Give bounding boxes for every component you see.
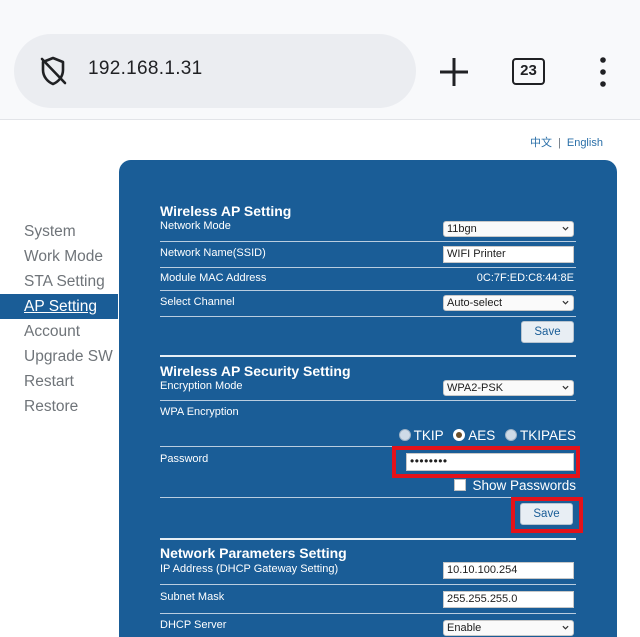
mac-label: Module MAC Address bbox=[160, 272, 267, 284]
url-text[interactable]: 192.168.1.31 bbox=[88, 58, 203, 80]
radio-tkipaes-circle[interactable] bbox=[504, 429, 517, 441]
wpa-cipher-options: TKIP AES TKIPAES bbox=[393, 428, 576, 443]
lang-english-link[interactable]: English bbox=[567, 137, 603, 149]
password-label: Password bbox=[160, 453, 209, 465]
divider bbox=[160, 613, 576, 614]
sidebar-item-restore[interactable]: Restore bbox=[0, 394, 118, 419]
ip-input[interactable]: 10.10.100.254 bbox=[443, 562, 574, 579]
show-passwords-checkbox[interactable] bbox=[454, 479, 467, 491]
ap-setting-title: Wireless AP Setting bbox=[160, 203, 292, 219]
sidebar-item-ap-setting[interactable]: AP Setting bbox=[0, 294, 118, 319]
radio-tkip-circle[interactable] bbox=[398, 429, 411, 441]
chevron-down-icon bbox=[562, 625, 569, 630]
save-highlight-box bbox=[511, 497, 583, 533]
mac-value: 0C:7F:ED:C8:44:8E bbox=[476, 272, 574, 284]
lang-separator: | bbox=[558, 137, 561, 149]
divider bbox=[160, 290, 576, 291]
sidebar-item-system[interactable]: System bbox=[0, 219, 118, 244]
dhcp-select[interactable]: Enable bbox=[443, 620, 574, 636]
more-menu-icon[interactable] bbox=[594, 54, 612, 90]
chevron-down-icon bbox=[562, 300, 569, 305]
radio-tkipaes[interactable]: TKIPAES bbox=[504, 428, 576, 443]
network-mode-label: Network Mode bbox=[160, 220, 231, 232]
radio-aes-label: AES bbox=[468, 428, 496, 443]
lang-chinese-link[interactable]: 中文 bbox=[530, 137, 552, 149]
divider bbox=[160, 584, 576, 585]
ssid-input[interactable]: WIFI Printer bbox=[443, 246, 574, 263]
radio-tkip[interactable]: TKIP bbox=[398, 428, 444, 443]
show-passwords-label: Show Passwords bbox=[472, 478, 576, 493]
ap-save-button[interactable]: Save bbox=[521, 321, 574, 343]
browser-toolbar: 192.168.1.31 23 bbox=[0, 0, 640, 120]
sidebar-item-sta-setting[interactable]: STA Setting bbox=[0, 269, 118, 294]
network-mode-value: 11bgn bbox=[447, 223, 477, 235]
network-title: Network Parameters Setting bbox=[160, 545, 347, 561]
radio-aes-circle[interactable] bbox=[453, 429, 466, 441]
ip-label: IP Address (DHCP Gateway Setting) bbox=[160, 563, 339, 575]
sidebar-item-account[interactable]: Account bbox=[0, 319, 118, 344]
dhcp-label: DHCP Server bbox=[160, 619, 227, 631]
sidebar-nav: System Work Mode STA Setting AP Setting … bbox=[0, 219, 118, 419]
encryption-mode-select[interactable]: WPA2-PSK bbox=[443, 380, 574, 396]
section-divider bbox=[160, 355, 576, 357]
radio-tkipaes-label: TKIPAES bbox=[519, 428, 576, 443]
new-tab-plus-icon[interactable] bbox=[436, 54, 472, 90]
network-mode-select[interactable]: 11bgn bbox=[443, 221, 574, 237]
chevron-down-icon bbox=[562, 385, 569, 390]
radio-aes[interactable]: AES bbox=[453, 428, 495, 443]
security-title: Wireless AP Security Setting bbox=[160, 363, 351, 379]
sidebar-item-work-mode[interactable]: Work Mode bbox=[0, 244, 118, 269]
section-divider bbox=[160, 538, 576, 540]
dhcp-value: Enable bbox=[447, 622, 482, 634]
divider bbox=[160, 241, 576, 242]
sidebar-item-restart[interactable]: Restart bbox=[0, 369, 118, 394]
radio-tkip-label: TKIP bbox=[413, 428, 444, 443]
subnet-input[interactable]: 255.255.255.0 bbox=[443, 591, 574, 608]
encryption-mode-label: Encryption Mode bbox=[160, 380, 243, 392]
not-secure-shield-icon[interactable] bbox=[36, 54, 70, 88]
subnet-label: Subnet Mask bbox=[160, 591, 225, 603]
language-switch: 中文 | English bbox=[530, 134, 603, 150]
chevron-down-icon bbox=[562, 226, 569, 231]
address-bar[interactable]: 192.168.1.31 bbox=[14, 34, 416, 108]
channel-value: Auto-select bbox=[447, 297, 503, 309]
tab-switcher-button[interactable]: 23 bbox=[512, 58, 545, 85]
divider bbox=[160, 400, 576, 401]
divider bbox=[160, 267, 576, 268]
divider bbox=[160, 316, 576, 317]
password-highlight-box bbox=[392, 446, 580, 478]
sidebar-item-upgrade-sw[interactable]: Upgrade SW bbox=[0, 344, 118, 369]
settings-panel: Wireless AP Setting Network Mode 11bgn N… bbox=[119, 160, 617, 637]
channel-label: Select Channel bbox=[160, 296, 235, 308]
encryption-mode-value: WPA2-PSK bbox=[447, 382, 504, 394]
ssid-label: Network Name(SSID) bbox=[160, 247, 266, 259]
channel-select[interactable]: Auto-select bbox=[443, 295, 574, 311]
wpa-encryption-label: WPA Encryption bbox=[160, 406, 239, 418]
show-passwords-row[interactable]: Show Passwords bbox=[454, 478, 576, 493]
